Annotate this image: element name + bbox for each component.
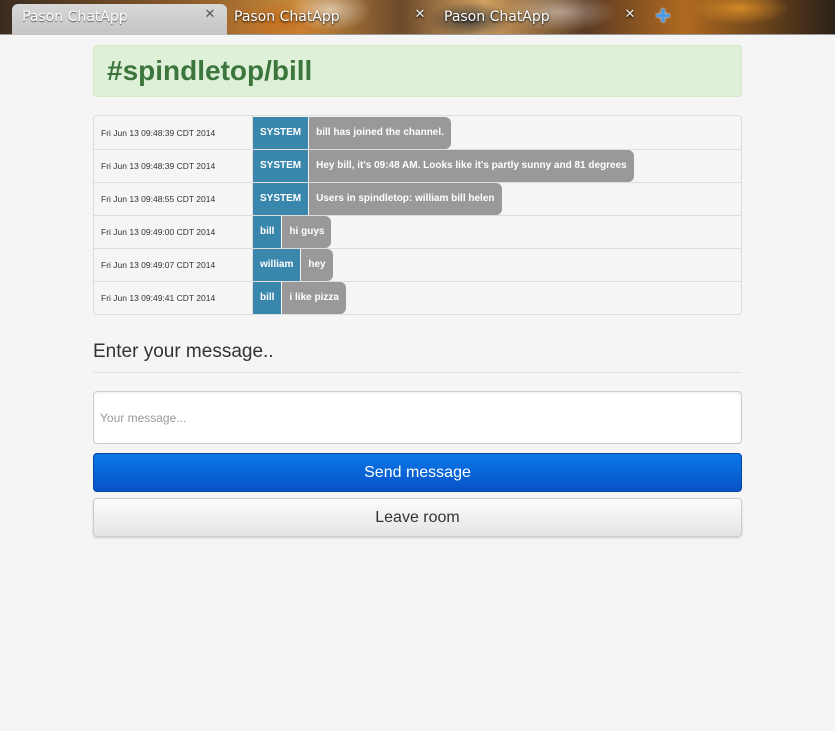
leave-room-button[interactable]: Leave room xyxy=(93,498,742,537)
message-text: Hey bill, it's 09:48 AM. Looks like it's… xyxy=(309,150,634,182)
message-text: hi guys xyxy=(282,216,332,248)
message-text: bill has joined the channel. xyxy=(309,116,451,149)
message-row: Fri Jun 13 09:48:39 CDT 2014 SYSTEM bill… xyxy=(94,116,741,149)
message-user-badge: SYSTEM xyxy=(253,150,309,182)
message-user-badge: SYSTEM xyxy=(253,183,309,215)
message-log: Fri Jun 13 09:48:39 CDT 2014 SYSTEM bill… xyxy=(93,115,742,315)
message-row: Fri Jun 13 09:49:41 CDT 2014 bill i like… xyxy=(94,281,741,314)
message-timestamp: Fri Jun 13 09:48:39 CDT 2014 xyxy=(94,150,253,182)
message-timestamp: Fri Jun 13 09:49:00 CDT 2014 xyxy=(94,216,253,248)
message-user-badge: william xyxy=(253,249,301,281)
message-input[interactable] xyxy=(93,391,742,444)
tab-close-icon[interactable]: ✕ xyxy=(623,8,637,22)
tab-label: Pason ChatApp xyxy=(444,9,550,25)
message-timestamp: Fri Jun 13 09:48:39 CDT 2014 xyxy=(94,116,253,149)
message-user-badge: bill xyxy=(253,216,282,248)
tab-close-icon[interactable]: ✕ xyxy=(203,8,217,22)
message-user-badge: SYSTEM xyxy=(253,116,309,149)
chat-container: #spindletop/bill Fri Jun 13 09:48:39 CDT… xyxy=(93,45,742,537)
browser-tab-strip: Pason ChatApp ✕ Pason ChatApp ✕ Pason Ch… xyxy=(0,0,835,35)
message-timestamp: Fri Jun 13 09:48:55 CDT 2014 xyxy=(94,183,253,215)
message-text: Users in spindletop: william bill helen xyxy=(309,183,502,215)
message-timestamp: Fri Jun 13 09:49:41 CDT 2014 xyxy=(94,282,253,314)
message-row: Fri Jun 13 09:49:07 CDT 2014 william hey xyxy=(94,248,741,281)
message-user-badge: bill xyxy=(253,282,282,314)
tab-label: Pason ChatApp xyxy=(22,9,128,25)
message-row: Fri Jun 13 09:48:55 CDT 2014 SYSTEM User… xyxy=(94,182,741,215)
message-text: i like pizza xyxy=(282,282,346,314)
channel-title: #spindletop/bill xyxy=(93,45,742,97)
message-row: Fri Jun 13 09:48:39 CDT 2014 SYSTEM Hey … xyxy=(94,149,741,182)
tab-pason-chatapp-1[interactable]: Pason ChatApp ✕ xyxy=(12,4,227,35)
plus-icon[interactable]: ✚ xyxy=(655,7,671,25)
tab-close-icon[interactable]: ✕ xyxy=(413,8,427,22)
message-text: hey xyxy=(301,249,333,281)
message-timestamp: Fri Jun 13 09:49:07 CDT 2014 xyxy=(94,249,253,281)
message-row: Fri Jun 13 09:49:00 CDT 2014 bill hi guy… xyxy=(94,215,741,248)
compose-heading: Enter your message.. xyxy=(93,341,742,373)
tab-label: Pason ChatApp xyxy=(234,9,340,25)
send-message-button[interactable]: Send message xyxy=(93,453,742,492)
tab-pason-chatapp-3[interactable]: Pason ChatApp ✕ xyxy=(434,4,644,35)
tab-pason-chatapp-2[interactable]: Pason ChatApp ✕ xyxy=(224,4,434,35)
